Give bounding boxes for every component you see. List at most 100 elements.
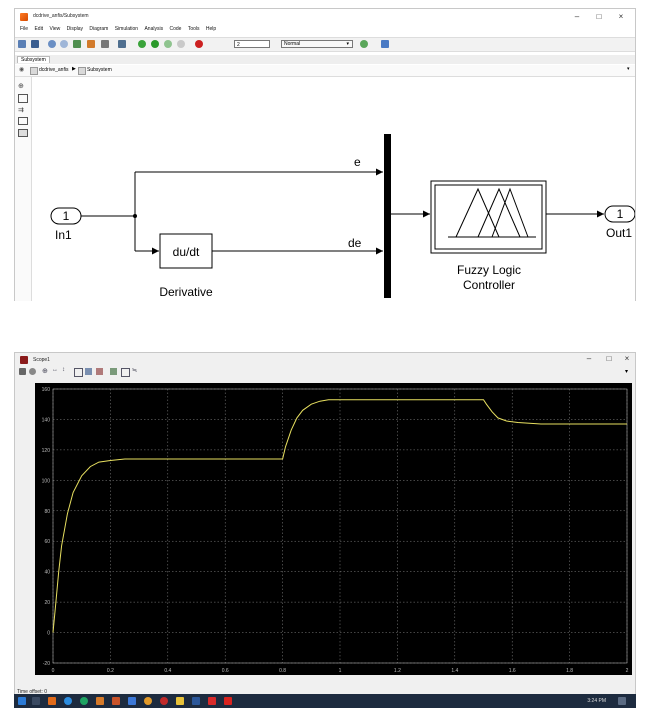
save-icon[interactable]: [31, 40, 39, 48]
notifications-icon[interactable]: [618, 697, 626, 705]
signal-label-e: e: [354, 155, 361, 169]
x-tick-label: 1.2: [394, 668, 401, 674]
x-tick-label: 1: [339, 668, 342, 674]
breadcrumb-model[interactable]: dcdrive_anfis: [39, 67, 68, 73]
scope-maximize-button[interactable]: □: [601, 353, 617, 365]
fuzzy-logic-controller-block[interactable]: [430, 180, 547, 254]
clock[interactable]: 3:24 PM: [587, 698, 606, 704]
y-tick-label: 140: [42, 417, 51, 423]
app-icon-6[interactable]: [224, 697, 232, 705]
breadcrumb-dropdown-icon[interactable]: ▾: [627, 66, 630, 72]
start-button[interactable]: [18, 697, 26, 705]
menu-code[interactable]: Code: [169, 26, 181, 32]
menu-simulation[interactable]: Simulation: [115, 26, 138, 32]
save-axes-icon[interactable]: [85, 368, 92, 375]
image-icon[interactable]: [18, 129, 28, 137]
app-icon-5[interactable]: [160, 697, 168, 705]
x-tick-label: 1.8: [566, 668, 573, 674]
simulation-mode-select[interactable]: Normal ▾: [281, 40, 353, 48]
y-tick-label: 160: [42, 387, 51, 393]
signal-selection-icon[interactable]: ≒: [132, 367, 137, 374]
simulink-window: dcdrive_anfis/Subsystem – □ × File Edit …: [14, 8, 636, 301]
x-tick-label: 2: [626, 668, 629, 674]
chrome-icon[interactable]: [64, 697, 72, 705]
scope-close-button[interactable]: ×: [619, 353, 635, 365]
zoom-x-icon[interactable]: ↔: [52, 367, 58, 373]
app-icon-3[interactable]: [128, 697, 136, 705]
matlab-icon: [20, 13, 28, 21]
library-browser-icon[interactable]: [87, 40, 95, 48]
maximize-button[interactable]: □: [591, 11, 607, 23]
side-palette: ⊕ ⇉: [15, 77, 32, 301]
stop-icon[interactable]: [177, 40, 185, 48]
file-explorer-icon[interactable]: [176, 697, 184, 705]
hide-explorer-icon[interactable]: ◉: [19, 66, 24, 73]
menu-analysis[interactable]: Analysis: [144, 26, 163, 32]
matlab-taskbar-icon[interactable]: [48, 697, 56, 705]
print-icon[interactable]: [19, 368, 26, 375]
settings-gear-icon[interactable]: [29, 368, 36, 375]
derivative-text: du/dt: [173, 245, 200, 259]
zoom-in-icon[interactable]: ⊕: [42, 367, 48, 375]
zoom-icon[interactable]: ⊕: [18, 82, 24, 90]
title-bar: dcdrive_anfis/Subsystem – □ ×: [15, 9, 635, 25]
mux-block[interactable]: [384, 134, 391, 298]
signal-label-de: de: [348, 236, 362, 250]
stop-time-input[interactable]: 2: [234, 40, 270, 48]
autoscale-icon[interactable]: [74, 368, 83, 377]
model-explorer-icon[interactable]: [118, 40, 126, 48]
simulation-mode-value: Normal: [284, 41, 301, 47]
menu-tools[interactable]: Tools: [188, 26, 200, 32]
x-tick-label: 0.2: [107, 668, 114, 674]
record-icon[interactable]: [195, 40, 203, 48]
lock-icon[interactable]: [121, 368, 130, 377]
up-icon[interactable]: [73, 40, 81, 48]
settings-gear-icon[interactable]: [101, 40, 109, 48]
back-icon[interactable]: [48, 40, 56, 48]
tab-subsystem[interactable]: Subsystem: [17, 56, 50, 63]
whatsapp-icon[interactable]: [80, 697, 88, 705]
model-icon: [30, 67, 38, 75]
task-view-icon[interactable]: [32, 697, 40, 705]
parameters-icon[interactable]: [110, 368, 117, 375]
annotation-icon[interactable]: [18, 117, 28, 125]
app-icon-4[interactable]: [144, 697, 152, 705]
build-icon[interactable]: [381, 40, 389, 48]
menu-view[interactable]: View: [49, 26, 60, 32]
scope-title: Scope1: [33, 357, 50, 363]
zoom-y-icon[interactable]: ↕: [62, 367, 65, 373]
menu-help[interactable]: Help: [206, 26, 216, 32]
scope-minimize-button[interactable]: –: [581, 353, 597, 365]
fit-view-icon[interactable]: [18, 94, 28, 103]
menu-diagram[interactable]: Diagram: [89, 26, 108, 32]
app-icon-2[interactable]: [112, 697, 120, 705]
subsystem-icon: [78, 67, 86, 75]
close-button[interactable]: ×: [613, 11, 629, 23]
y-tick-label: -20: [43, 661, 50, 667]
tab-row: Subsystem: [15, 55, 635, 64]
menu-edit[interactable]: Edit: [34, 26, 43, 32]
derivative-label: Derivative: [159, 285, 213, 299]
menu-display[interactable]: Display: [67, 26, 83, 32]
step-back-icon[interactable]: [138, 40, 146, 48]
breadcrumb-subsystem[interactable]: Subsystem: [87, 67, 112, 73]
x-tick-label: 1.6: [509, 668, 516, 674]
word-icon[interactable]: [192, 697, 200, 705]
forward-icon[interactable]: [60, 40, 68, 48]
in1-label: In1: [55, 228, 72, 242]
app-icon[interactable]: [96, 697, 104, 705]
model-canvas[interactable]: 1 In1 du/dt Derivative e de Fuzzy Logic …: [32, 77, 635, 301]
y-tick-label: 80: [44, 509, 50, 515]
run-icon[interactable]: [151, 40, 159, 48]
menu-file[interactable]: File: [20, 26, 28, 32]
step-forward-icon[interactable]: [164, 40, 172, 48]
new-model-icon[interactable]: [18, 40, 26, 48]
minimize-button[interactable]: –: [569, 11, 585, 23]
restore-axes-icon[interactable]: [96, 368, 103, 375]
y-tick-label: 20: [44, 600, 50, 606]
scope-plot[interactable]: 0 0.2 0.4 0.6 0.8 1 1.2 1.4 1.6 1.8 2-200204060801…: [35, 383, 632, 675]
arrow-icon[interactable]: ⇉: [18, 106, 24, 114]
scope-toolbar-overflow-icon[interactable]: ▾: [625, 368, 628, 375]
acrobat-icon[interactable]: [208, 697, 216, 705]
model-advisor-icon[interactable]: [360, 40, 368, 48]
